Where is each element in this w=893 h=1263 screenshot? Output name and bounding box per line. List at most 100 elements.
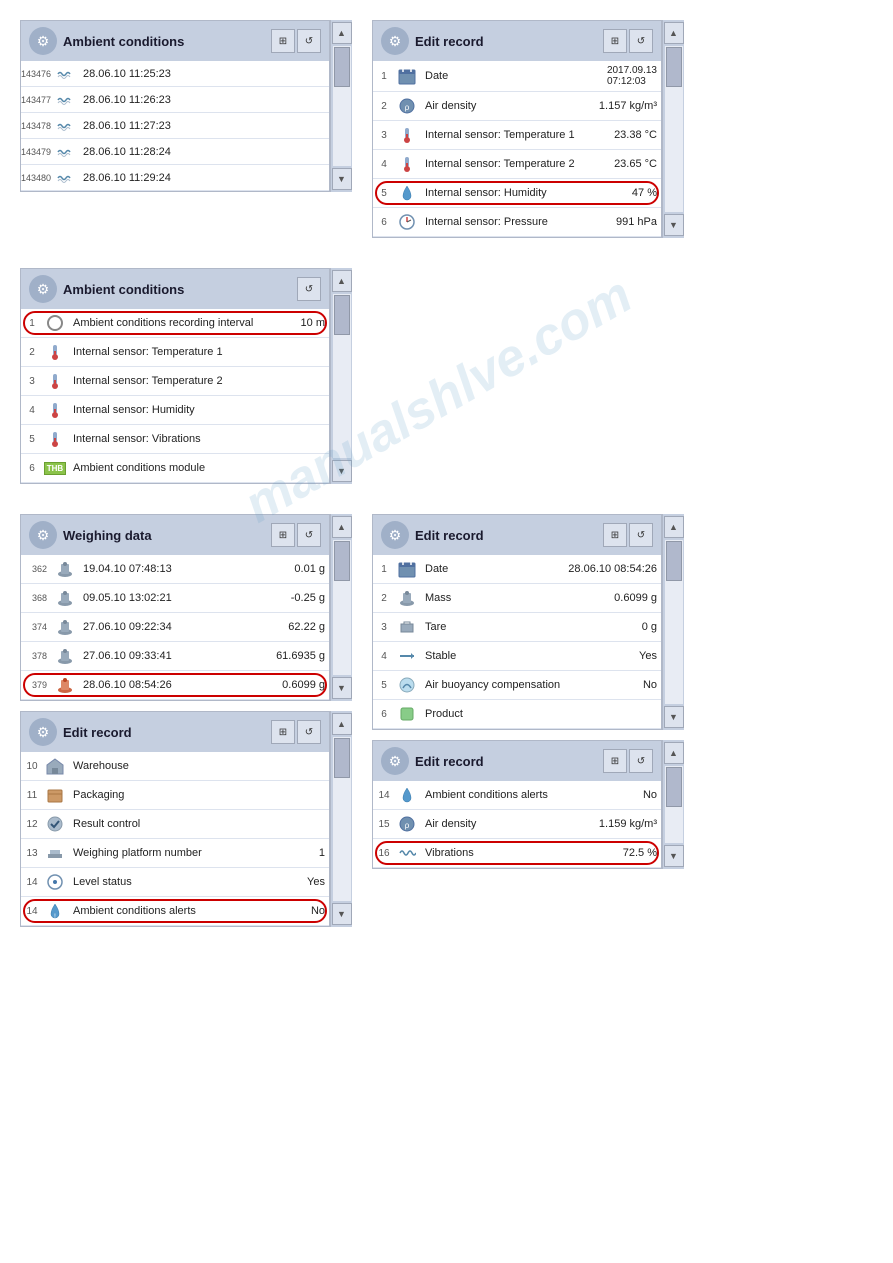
scroll-up-btn[interactable]: ▲ [332,22,352,44]
scrollbar[interactable]: ▲ ▼ [662,514,684,730]
list-item[interactable]: 10 Warehouse [21,752,329,781]
gear-icon: ⚙ [29,718,57,746]
list-item[interactable]: 4 Internal sensor: Humidity [21,396,329,425]
list-item[interactable]: 3 Tare 0 g [373,613,661,642]
scrollbar[interactable]: ▲ ▼ [330,711,352,927]
scrollbar[interactable]: ▲ ▼ [330,268,352,484]
gear-icon: ⚙ [29,27,57,55]
scroll-thumb[interactable] [334,738,350,778]
header-icon-group: ⊞ ↺ [271,523,321,547]
list-item[interactable]: 374 27.06.10 09:22:34 62.22 g [21,613,329,642]
list-item[interactable]: 6 THB Ambient conditions module [21,454,329,483]
list-item[interactable]: 13 Weighing platform number 1 [21,839,329,868]
refresh-icon-btn[interactable]: ↺ [297,523,321,547]
list-item-highlighted[interactable]: 14 ! Ambient conditions alerts No [21,897,329,926]
scroll-thumb[interactable] [334,47,350,87]
edit-record-weighing-title: Edit record [415,528,597,543]
list-item[interactable]: 143478 28.06.10 11:27:23 [21,113,329,139]
row-num: 5 [21,434,41,445]
scroll-thumb[interactable] [666,541,682,581]
row-content: Mass 0.6099 g [421,588,661,608]
record-datetime: 19.04.10 07:48:13 [83,563,286,575]
refresh-icon-btn[interactable]: ↺ [629,29,653,53]
list-item-highlighted[interactable]: 16 Vibrations 72.5 % [373,839,661,868]
list-item[interactable]: 2 Mass 0.6099 g [373,584,661,613]
scroll-up-btn[interactable]: ▲ [664,742,684,764]
scroll-up-btn[interactable]: ▲ [332,713,352,735]
list-item[interactable]: 2 ρ Air density 1.157 kg/m³ [373,92,661,121]
scroll-down-btn[interactable]: ▼ [332,677,352,699]
thb-icon: THB [41,454,69,482]
list-item[interactable]: 4 Stable Yes [373,642,661,671]
list-item[interactable]: 4 Internal sensor: Temperature 2 23.65 °… [373,150,661,179]
list-item[interactable]: 368 09.05.10 13:02:21 -0.25 g [21,584,329,613]
list-item[interactable]: 5 Internal sensor: Vibrations [21,425,329,454]
list-item[interactable]: 3 Internal sensor: Temperature 1 23.38 °… [373,121,661,150]
row-num: 1 [373,564,393,575]
list-item[interactable]: 6 Internal sensor: Pressure 991 hPa [373,208,661,237]
refresh-icon-btn[interactable]: ↺ [629,749,653,773]
scroll-up-btn[interactable]: ▲ [332,516,352,538]
row-label: Air density [425,818,591,830]
scroll-down-btn[interactable]: ▼ [332,903,352,925]
refresh-icon-btn[interactable]: ↺ [297,720,321,744]
list-item[interactable]: 143479 28.06.10 11:28:24 [21,139,329,165]
list-item[interactable]: 143480 28.06.10 11:29:24 [21,165,329,191]
header-icon-group: ⊞ ↺ [271,720,321,744]
result-control-icon [41,810,69,838]
row-num: 5 [373,680,393,691]
scroll-thumb[interactable] [334,541,350,581]
scroll-down-btn[interactable]: ▼ [332,168,352,190]
filter-icon-btn[interactable]: ⊞ [603,749,627,773]
row-label: Internal sensor: Temperature 1 [425,129,606,141]
filter-icon-btn[interactable]: ⊞ [603,523,627,547]
scroll-up-btn[interactable]: ▲ [332,270,352,292]
filter-icon-btn[interactable]: ⊞ [603,29,627,53]
list-item[interactable]: 15 ρ Air density 1.159 kg/m³ [373,810,661,839]
calendar-icon [393,555,421,583]
list-item[interactable]: 3 Internal sensor: Temperature 2 [21,367,329,396]
scrollbar[interactable]: ▲ ▼ [662,740,684,869]
scroll-up-btn[interactable]: ▲ [664,516,684,538]
list-item[interactable]: 378 27.06.10 09:33:41 61.6935 g [21,642,329,671]
list-item[interactable]: 362 19.04.10 07:48:13 0.01 g [21,555,329,584]
row-num: 6 [21,463,41,474]
row-content: 27.06.10 09:22:34 62.22 g [79,617,329,637]
row-label: Internal sensor: Humidity [425,187,624,199]
list-item-highlighted[interactable]: 5 Internal sensor: Humidity 47 % [373,179,661,208]
list-item[interactable]: 5 Air buoyancy compensation No [373,671,661,700]
scroll-thumb[interactable] [666,767,682,807]
refresh-icon-btn[interactable]: ↺ [629,523,653,547]
list-item[interactable]: 11 Packaging [21,781,329,810]
list-item[interactable]: 143476 28.06.10 11:25:23 [21,61,329,87]
scroll-down-btn[interactable]: ▼ [664,214,684,236]
list-item[interactable]: 1 Date 2017.09.1307:12:03 [373,61,661,92]
scroll-thumb[interactable] [334,295,350,335]
list-item[interactable]: 14 Level status Yes [21,868,329,897]
record-content: 28.06.10 11:29:24 [79,168,329,188]
scroll-down-btn[interactable]: ▼ [332,460,352,482]
scrollbar[interactable]: ▲ ▼ [330,514,352,701]
edit-record-top-body: 1 Date 2017.09.1307:12:03 2 [373,61,661,237]
refresh-icon-btn[interactable]: ↺ [297,277,321,301]
scrollbar[interactable]: ▲ ▼ [662,20,684,238]
scroll-thumb[interactable] [666,47,682,87]
refresh-icon-btn[interactable]: ↺ [297,29,321,53]
list-item[interactable]: 12 Result control [21,810,329,839]
list-item[interactable]: 1 Date 28.06.10 08:54:26 [373,555,661,584]
list-item[interactable]: 14 Ambient conditions alerts No [373,781,661,810]
filter-icon-btn[interactable]: ⊞ [271,29,295,53]
list-item[interactable]: 6 Product [373,700,661,729]
filter-icon-btn[interactable]: ⊞ [271,523,295,547]
record-id: 143479 [21,147,51,157]
row-num: 4 [373,651,393,662]
filter-icon-btn[interactable]: ⊞ [271,720,295,744]
list-item-highlighted[interactable]: 1 Ambient conditions recording interval … [21,309,329,338]
scroll-down-btn[interactable]: ▼ [664,706,684,728]
list-item[interactable]: 2 Internal sensor: Temperature 1 [21,338,329,367]
scroll-up-btn[interactable]: ▲ [664,22,684,44]
list-item[interactable]: 143477 28.06.10 11:26:23 [21,87,329,113]
scroll-down-btn[interactable]: ▼ [664,845,684,867]
list-item-highlighted[interactable]: 379 28.06.10 08:54:26 0.6099 g [21,671,329,700]
scrollbar[interactable]: ▲ ▼ [330,20,352,192]
